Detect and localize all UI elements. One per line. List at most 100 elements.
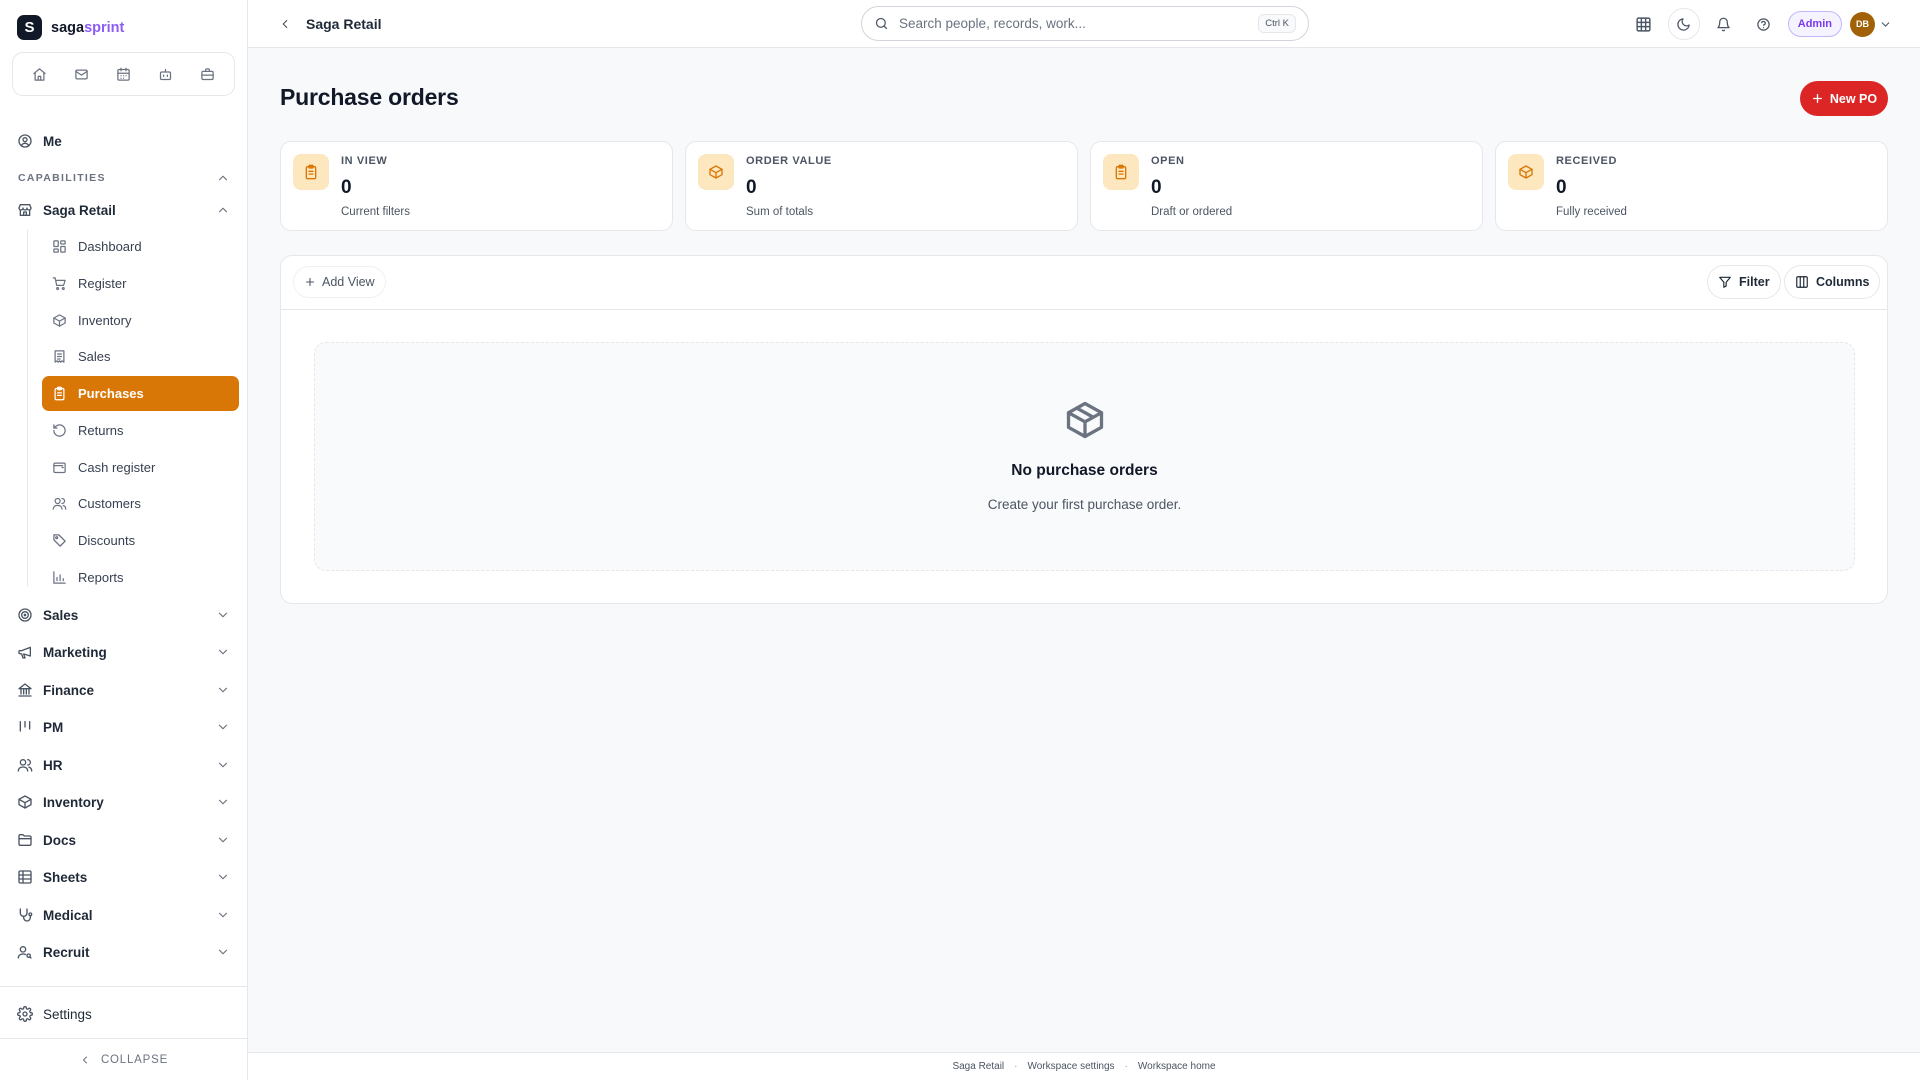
new-po-button[interactable]: New PO [1800,81,1888,116]
bell-icon[interactable] [1708,8,1740,40]
tree-guide-line [27,230,28,586]
sidebar-item-discounts[interactable]: Discounts [42,523,239,558]
footer-link-workspace[interactable]: Saga Retail [952,1061,1004,1072]
chevron-down-icon [1879,18,1892,31]
footer-link-workspace-home[interactable]: Workspace home [1138,1061,1216,1072]
search-icon [874,16,889,31]
stat-value: 0 [746,177,757,198]
footer-link-workspace-settings[interactable]: Workspace settings [1027,1061,1114,1072]
target-icon [17,607,33,623]
chevron-down-icon [216,870,230,884]
sidebar-group-recruit[interactable]: Recruit [17,937,230,967]
sidebar-group-label: HR [43,757,63,773]
sidebar-group-label: Finance [43,682,95,698]
sidebar-group-sales[interactable]: Sales [17,600,230,630]
chevron-down-icon [216,833,230,847]
box-icon [52,313,67,328]
sidebar-item-cash-register[interactable]: Cash register [42,450,239,485]
breadcrumb-workspace[interactable]: Saga Retail [306,16,381,32]
help-icon[interactable] [1748,8,1780,40]
sidebar-item-label: Purchases [78,386,144,401]
clipboard-icon [293,154,329,190]
sidebar-group-finance[interactable]: Finance [17,675,230,705]
sidebar-item-inventory[interactable]: Inventory [42,303,239,338]
topbar-actions: Admin DB [1628,8,1892,40]
empty-state-title: No purchase orders [1011,462,1158,479]
chevron-down-icon [216,608,230,622]
back-chevron-icon[interactable] [278,17,292,31]
search-shortcut-hint: Ctrl K [1258,14,1296,33]
sidebar-divider [0,986,247,987]
box-icon [17,794,33,810]
stat-subtitle: Sum of totals [746,206,814,218]
bar-chart-icon [52,570,67,585]
chevron-down-icon [216,945,230,959]
sidebar-item-label: Sales [78,349,111,364]
chevron-up-icon [216,171,230,185]
nav-me-label: Me [43,133,62,149]
sidebar-item-label: Inventory [78,313,132,328]
page-title: Purchase orders [280,84,459,110]
nav-me[interactable]: Me [17,126,230,156]
sidebar-item-register[interactable]: Register [42,266,239,301]
home-icon[interactable] [26,60,54,88]
columns-button[interactable]: Columns [1784,265,1881,299]
capabilities-section-label[interactable]: CAPABILITIES [18,171,230,185]
sidebar-item-label: Cash register [78,460,156,475]
sidebar-group-pm[interactable]: PM [17,712,230,742]
brand[interactable]: S sagasprint [17,15,124,40]
sidebar-group-label: Docs [43,832,77,848]
sidebar-item-customers[interactable]: Customers [42,486,239,521]
sidebar-group-hr[interactable]: HR [17,750,230,780]
sidebar-group-marketing[interactable]: Marketing [17,637,230,667]
nav-workspace-saga-retail[interactable]: Saga Retail [17,195,230,225]
package-icon [1063,398,1107,442]
global-search[interactable]: Ctrl K [861,6,1309,41]
sidebar-item-returns[interactable]: Returns [42,413,239,448]
stat-value: 0 [1151,177,1162,198]
sidebar-item-reports[interactable]: Reports [42,560,239,595]
footer: Saga Retail · Workspace settings · Works… [248,1052,1920,1080]
dark-mode-moon-icon[interactable] [1667,8,1700,40]
add-view-button[interactable]: Add View [293,266,386,298]
role-badge[interactable]: Admin [1787,11,1842,37]
user-menu[interactable]: DB [1850,11,1892,37]
settings-link[interactable]: Settings [17,1002,92,1026]
mail-icon[interactable] [68,60,96,88]
gear-icon [17,1006,33,1022]
apps-grid-icon[interactable] [1628,8,1660,40]
avatar: DB [1850,11,1875,37]
capabilities-label: CAPABILITIES [18,172,106,184]
briefcase-icon[interactable] [193,60,221,88]
bot-icon[interactable] [151,60,179,88]
sidebar-group-medical[interactable]: Medical [17,900,230,930]
chevron-up-icon [216,203,230,217]
columns-icon [1795,275,1809,289]
sidebar-group-sheets[interactable]: Sheets [17,862,230,892]
search-input[interactable] [899,16,1249,31]
stat-label: IN VIEW [341,155,388,167]
sidebar-item-dashboard[interactable]: Dashboard [42,229,239,264]
plus-icon [1811,92,1824,105]
sidebar-item-label: Dashboard [78,239,142,254]
sidebar-group-docs[interactable]: Docs [17,825,230,855]
box-icon [698,154,734,190]
stat-label: OPEN [1151,155,1185,167]
brand-name: sagasprint [51,20,124,36]
sidebar-item-purchases[interactable]: Purchases [42,376,239,411]
sidebar-item-sales[interactable]: Sales [42,339,239,374]
collapse-label: COLLAPSE [100,1053,169,1066]
nav-workspace-label: Saga Retail [43,202,116,218]
calendar-icon[interactable] [109,60,137,88]
sidebar-group-inventory[interactable]: Inventory [17,787,230,817]
chevron-down-icon [216,908,230,922]
user-search-icon [17,944,33,960]
collapse-sidebar-button[interactable]: COLLAPSE [0,1038,247,1080]
filter-button[interactable]: Filter [1707,265,1781,299]
stat-value: 0 [1556,177,1567,198]
clipboard-icon [1103,154,1139,190]
table-toolbar: Add View Filter Columns [281,256,1887,310]
clipboard-icon [52,386,67,401]
footer-separator: · [1124,1061,1128,1072]
stat-card-open: OPEN 0 Draft or ordered [1090,141,1483,231]
